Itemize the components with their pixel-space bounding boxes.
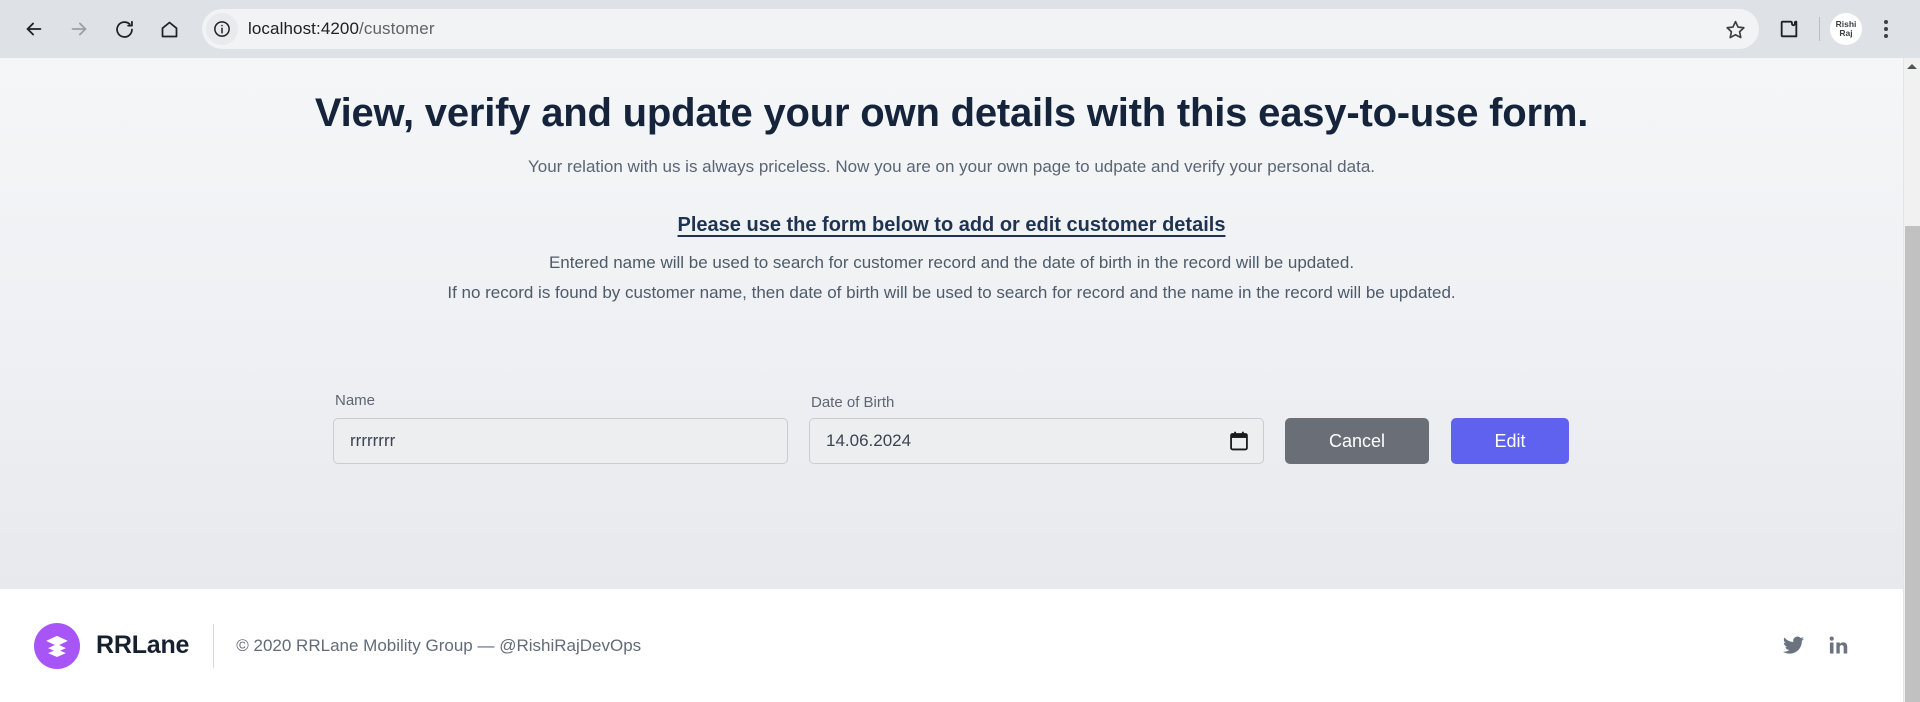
profile-avatar[interactable]: Rishi Raj bbox=[1830, 13, 1862, 45]
menu-dot bbox=[1884, 34, 1888, 38]
brand: RRLane bbox=[34, 622, 190, 669]
page-footer: RRLane © 2020 RRLane Mobility Group — @R… bbox=[0, 589, 1903, 702]
dob-field-group: Date of Birth bbox=[809, 394, 1264, 464]
page-title: View, verify and update your own details… bbox=[314, 91, 1589, 135]
bookmark-button[interactable] bbox=[1717, 11, 1753, 47]
stacked-layers-icon bbox=[46, 635, 68, 657]
name-label: Name bbox=[335, 392, 376, 409]
footer-copyright: © 2020 RRLane Mobility Group — @RishiRaj… bbox=[236, 635, 642, 655]
scroll-up-arrow-icon bbox=[1907, 64, 1917, 69]
brand-logo bbox=[34, 622, 80, 669]
forward-button[interactable] bbox=[59, 9, 99, 49]
extensions-button[interactable] bbox=[1769, 9, 1809, 49]
address-bar[interactable]: localhost:4200/customer bbox=[202, 9, 1759, 49]
twitter-icon bbox=[1782, 636, 1805, 654]
dob-label: Date of Birth bbox=[811, 394, 895, 411]
page-subtitle: Your relation with us is always priceles… bbox=[527, 157, 1375, 176]
reload-icon bbox=[115, 20, 133, 38]
scrollbar-up-arrow[interactable] bbox=[1904, 58, 1920, 75]
dob-input[interactable] bbox=[809, 418, 1264, 464]
profile-last-name: Raj bbox=[1839, 28, 1853, 38]
url-host: localhost:4200 bbox=[248, 19, 360, 38]
footer-divider bbox=[213, 623, 215, 668]
info-circle-icon bbox=[214, 21, 230, 37]
url-path: /customer bbox=[359, 19, 435, 38]
customer-form: Name Date of Birth Cancel Edit bbox=[333, 392, 1569, 464]
browser-actions: Rishi Raj bbox=[1769, 9, 1906, 49]
cancel-button[interactable]: Cancel bbox=[1285, 418, 1429, 464]
brand-name: RRLane bbox=[96, 631, 190, 659]
twitter-link[interactable] bbox=[1782, 634, 1805, 657]
name-field-group: Name bbox=[333, 392, 788, 464]
toolbar-divider bbox=[1819, 17, 1820, 41]
page-viewport: View, verify and update your own details… bbox=[0, 58, 1920, 702]
url-text: localhost:4200/customer bbox=[248, 19, 1717, 39]
name-input[interactable] bbox=[333, 418, 788, 464]
instructions-line-2: If no record is found by customer name, … bbox=[447, 283, 1456, 302]
star-icon bbox=[1725, 20, 1745, 38]
social-links bbox=[1782, 634, 1869, 657]
site-info-button[interactable] bbox=[206, 13, 238, 45]
linkedin-link[interactable] bbox=[1828, 635, 1849, 656]
instructions-line-1: Entered name will be used to search for … bbox=[548, 253, 1355, 272]
menu-dot bbox=[1884, 27, 1888, 31]
edit-button[interactable]: Edit bbox=[1451, 418, 1569, 464]
arrow-right-icon bbox=[71, 22, 87, 36]
home-button[interactable] bbox=[149, 9, 189, 49]
main-content: View, verify and update your own details… bbox=[0, 58, 1903, 589]
home-icon bbox=[161, 21, 177, 37]
puzzle-piece-icon bbox=[1780, 20, 1798, 38]
instructions-block: Please use the form below to add or edit… bbox=[0, 214, 1903, 303]
browser-menu-button[interactable] bbox=[1866, 9, 1906, 49]
reload-button[interactable] bbox=[104, 9, 144, 49]
instructions-heading: Please use the form below to add or edit… bbox=[677, 214, 1226, 236]
scrollbar-thumb[interactable] bbox=[1905, 226, 1920, 702]
linkedin-icon bbox=[1829, 636, 1848, 654]
browser-toolbar: localhost:4200/customer Rishi Raj bbox=[0, 0, 1920, 58]
page-scrollbar[interactable] bbox=[1903, 58, 1920, 702]
arrow-left-icon bbox=[26, 22, 42, 36]
back-button[interactable] bbox=[14, 9, 54, 49]
menu-dot bbox=[1884, 20, 1888, 24]
